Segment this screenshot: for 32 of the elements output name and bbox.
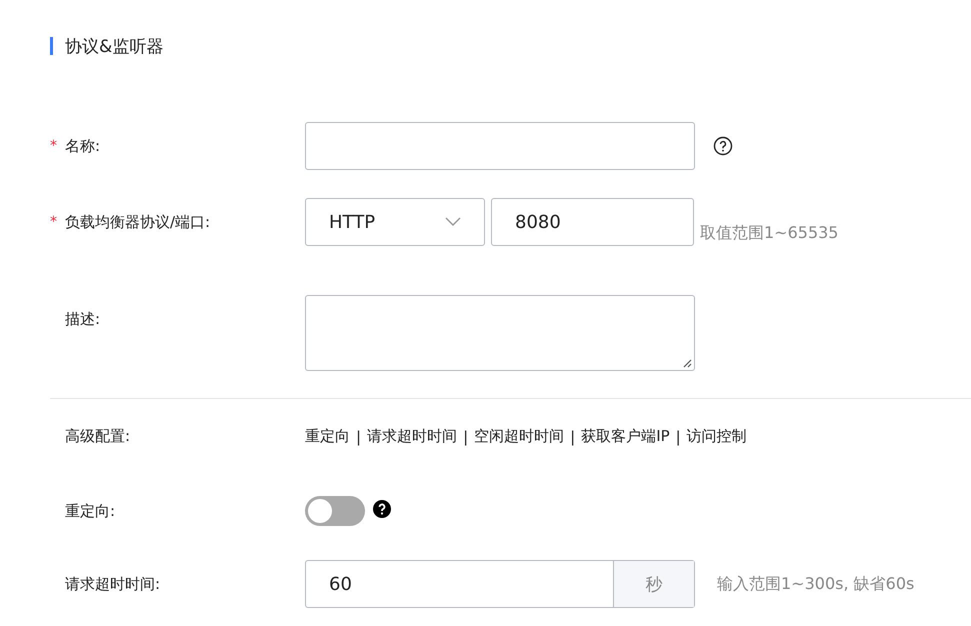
protocol-select[interactable]: HTTP: [305, 198, 485, 246]
resize-grip-icon[interactable]: [682, 358, 692, 368]
link-separator: |: [570, 428, 576, 446]
required-asterisk: *: [50, 214, 58, 230]
name-input[interactable]: [305, 122, 695, 170]
timeout-input[interactable]: 60 秒: [305, 560, 695, 608]
link-separator: |: [463, 428, 468, 446]
advanced-link[interactable]: 重定向: [305, 427, 350, 446]
port-range-hint: 取值范围1~65535: [700, 223, 838, 244]
section-title: 协议&监听器: [65, 36, 164, 58]
help-icon[interactable]: [713, 136, 733, 156]
advanced-link[interactable]: 请求超时时间: [367, 427, 458, 446]
port-input[interactable]: 8080: [491, 198, 694, 246]
field-label: 重定向:: [65, 502, 116, 520]
link-separator: |: [676, 428, 681, 446]
redirect-toggle[interactable]: [305, 496, 365, 526]
field-label: 请求超时时间:: [65, 574, 160, 594]
required-asterisk: *: [50, 138, 58, 154]
field-label: 名称:: [65, 136, 100, 156]
link-separator: |: [356, 428, 362, 446]
advanced-link[interactable]: 获取客户端IP: [581, 427, 670, 446]
field-label: 高级配置:: [65, 427, 130, 446]
timeout-value: 60: [328, 572, 353, 596]
unit-addon: 秒: [613, 561, 694, 607]
advanced-link[interactable]: 访问控制: [686, 427, 747, 446]
field-label: 负载均衡器协议/端口:: [65, 212, 210, 232]
advanced-link[interactable]: 空闲超时时间: [474, 427, 564, 446]
field-label: 描述:: [65, 310, 100, 329]
help-icon[interactable]: [373, 500, 391, 518]
section-accent-bar: [50, 37, 53, 55]
timeout-range-hint: 输入范围1~300s, 缺省60s: [717, 574, 914, 594]
chevron-down-icon: [445, 217, 461, 227]
